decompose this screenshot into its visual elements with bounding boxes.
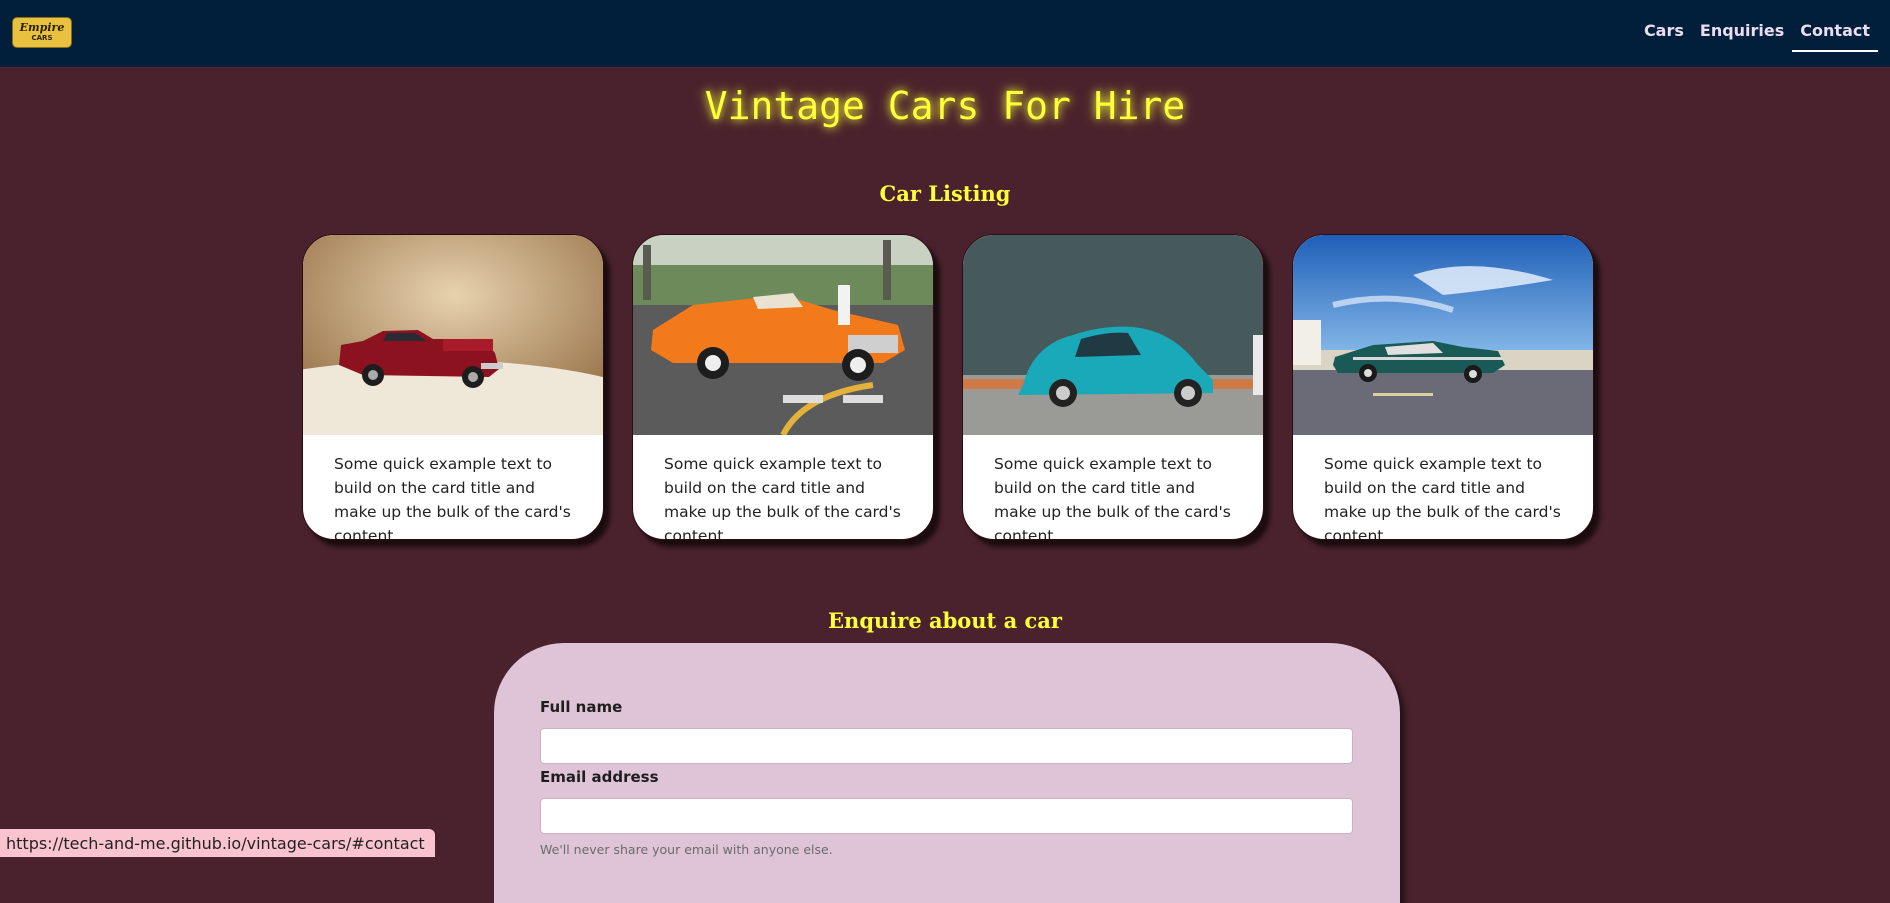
car-card[interactable]: Some quick example text to build on the … xyxy=(962,234,1264,540)
car-image-orange-convertible xyxy=(633,235,933,435)
full-name-input[interactable] xyxy=(540,728,1353,764)
nav-link-cars[interactable]: Cars xyxy=(1636,19,1692,52)
empire-cars-logo[interactable]: Empire CARS xyxy=(12,17,72,48)
nav-link-contact[interactable]: Contact xyxy=(1792,19,1878,52)
logo-text-line2: CARS xyxy=(31,34,53,42)
email-label: Email address xyxy=(540,768,659,786)
car-card[interactable]: Some quick example text to build on the … xyxy=(632,234,934,540)
card-text: Some quick example text to build on the … xyxy=(1324,455,1561,540)
car-card[interactable]: Some quick example text to build on the … xyxy=(1292,234,1594,540)
nav-links: Cars Enquiries Contact xyxy=(1636,19,1878,52)
page-title: Vintage Cars For Hire xyxy=(704,84,1186,128)
card-text: Some quick example text to build on the … xyxy=(664,455,901,540)
card-text: Some quick example text to build on the … xyxy=(334,455,571,540)
full-name-label: Full name xyxy=(540,698,623,716)
email-input[interactable] xyxy=(540,798,1353,834)
car-image-turquoise-beetle xyxy=(963,235,1263,435)
logo-text-line1: Empire xyxy=(19,21,65,34)
email-help-text: We'll never share your email with anyone… xyxy=(540,842,833,857)
car-listing-heading: Car Listing xyxy=(879,181,1011,206)
card-text: Some quick example text to build on the … xyxy=(994,455,1231,540)
car-image-red-pickup xyxy=(303,235,603,435)
car-card[interactable]: Some quick example text to build on the … xyxy=(302,234,604,540)
car-cards: Some quick example text to build on the … xyxy=(302,234,1594,540)
car-image-teal-sedan xyxy=(1293,235,1593,435)
enquiry-form: Full name Email address We'll never shar… xyxy=(494,643,1400,903)
navbar: Empire CARS Cars Enquiries Contact xyxy=(0,0,1890,67)
status-bar-url: https://tech-and-me.github.io/vintage-ca… xyxy=(0,829,435,857)
nav-link-enquiries[interactable]: Enquiries xyxy=(1692,19,1792,52)
enquire-heading: Enquire about a car xyxy=(828,608,1062,633)
